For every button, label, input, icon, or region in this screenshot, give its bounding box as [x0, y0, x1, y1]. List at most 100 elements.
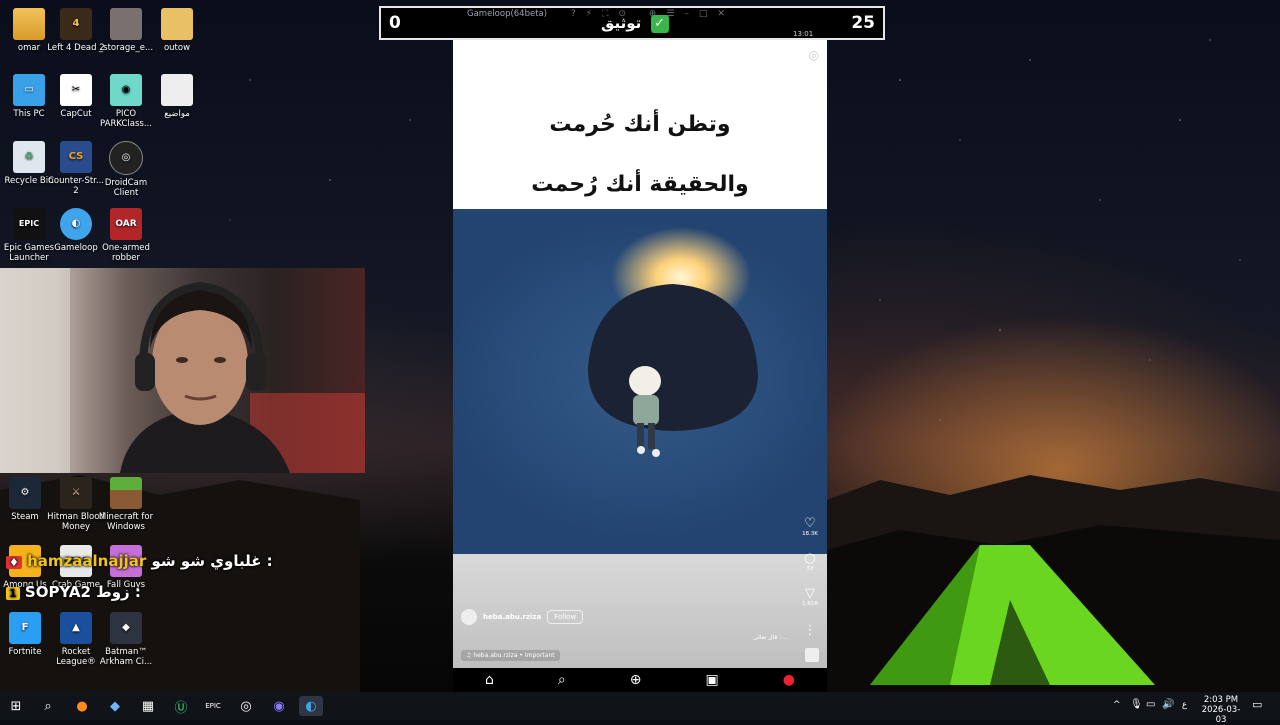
copilot-icon[interactable]: ◆ [103, 696, 127, 716]
follow-button[interactable]: Follow [547, 610, 584, 624]
send-icon: ▽ [805, 586, 815, 601]
gameloop-icon: ◐ [60, 208, 92, 240]
more-icon: ⋮ [803, 623, 817, 638]
comment-count: 33 [806, 566, 814, 572]
batman-icon: ◆ [110, 612, 142, 644]
app-u-icon[interactable]: Ⓤ [169, 696, 193, 716]
comment-icon: ○ [804, 551, 816, 566]
desktop-icon-droidcam[interactable]: ◎ DroidCam Client [97, 141, 155, 198]
chat-badge-icon: 1 [6, 587, 20, 600]
desktop-icon-outow[interactable]: outow [148, 8, 206, 53]
desktop-icon-storage[interactable]: _storage_e... [97, 8, 155, 53]
network-icon[interactable]: ▭ [1146, 699, 1155, 710]
minecraft-icon [110, 477, 142, 509]
chat-username: hamzaalnajjar [27, 552, 147, 570]
audio-tag[interactable]: ♫ heba.abu.rziza • Important [461, 650, 560, 661]
reel-video[interactable] [453, 209, 827, 554]
chat-text: زوط : [96, 583, 141, 601]
language-indicator[interactable]: ع [1182, 700, 1187, 710]
gameloop-taskbar-icon[interactable]: ◐ [299, 696, 323, 716]
firefox-icon[interactable]: ● [70, 696, 94, 716]
create-icon[interactable]: ⊕ [630, 672, 642, 688]
webcam-feed [0, 268, 365, 473]
post-author: heba.abu.rziza Follow [461, 609, 584, 625]
computer-icon: ▭ [13, 74, 45, 106]
chat-username: SOPYA2 [24, 583, 91, 601]
avatar[interactable] [461, 609, 477, 625]
profile-icon[interactable]: ● [783, 672, 795, 688]
one-armed-robber-icon: OAR [110, 208, 142, 240]
left4dead-icon: 4 [60, 8, 92, 40]
desktop-icon-minecraft[interactable]: Minecraft for Windows [97, 477, 155, 532]
search-icon[interactable]: ⌕ [36, 696, 60, 716]
chevron-up-icon[interactable]: ^ [1113, 700, 1121, 710]
hitman-icon: ⚔ [60, 477, 92, 509]
more-options-button[interactable]: ⋮ [801, 624, 819, 638]
epic-games-taskbar-icon[interactable]: EPIC [201, 696, 225, 716]
image-file-icon [110, 8, 142, 40]
username[interactable]: heba.abu.rziza [483, 613, 541, 621]
document-file-icon [161, 74, 193, 106]
caption-line-1: وتظن أنك حُرمت [549, 112, 731, 137]
desktop-icon-one-armed-robber[interactable]: OAR One-armed robber [97, 208, 155, 263]
discord-icon[interactable]: ◉ [267, 696, 291, 716]
checkmark-icon: ✓ [650, 14, 669, 33]
camera-icon[interactable]: ◎ [809, 48, 819, 62]
droidcam-icon: ◎ [109, 141, 143, 175]
microphone-icon[interactable]: 🎙 [1130, 699, 1143, 710]
caption-line-2: والحقيقة أنك رُحمت [531, 172, 749, 197]
rocket-league-icon: ▲ [60, 612, 92, 644]
desktop-icon-fortnite[interactable]: F Fortnite [0, 612, 54, 657]
like-button[interactable]: ♡ 18.3K [801, 516, 819, 538]
picopark-icon: ◉ [110, 74, 142, 106]
recycle-bin-icon: ♻ [13, 141, 45, 173]
clock-time: 2:03 PM [1203, 695, 1239, 705]
desktop-icon-steam[interactable]: ⚙ Steam [0, 477, 54, 522]
steam-icon: ⚙ [9, 477, 41, 509]
clock-date: 2026-03-03 [1201, 705, 1241, 725]
user-folder-icon [13, 8, 45, 40]
score-overlay: 0 Gameloop(64beta) ?⚡⛶⊙ ⊕☰–□✕ توثيق ✓ 13… [379, 6, 885, 40]
share-button[interactable]: ▽ 1,658 [801, 586, 819, 608]
streamer-silhouette [0, 268, 365, 473]
store-icon[interactable]: ▦ [136, 696, 160, 716]
phone-screen: وتظن أنك حُرمت والحقيقة أنك رُحمت ◎ heba… [453, 40, 827, 692]
desktop-icon-mawadee[interactable]: مواضيع [148, 74, 206, 119]
fortnite-icon: F [9, 612, 41, 644]
score-left: 0 [389, 13, 401, 33]
status-time: 13:01 [793, 30, 814, 38]
post-footer: heba.abu.rziza Follow قال تعالى : ... ♫ … [453, 554, 827, 668]
obs-icon[interactable]: ◎ [234, 696, 258, 716]
like-count: 18.3K [802, 531, 818, 537]
verification-label: توثيق ✓ [601, 14, 669, 33]
notification-icon[interactable]: ▭ [1252, 698, 1262, 711]
chat-message-1: ♦ hamzaalnajjar غلباوي شو شو : [6, 552, 273, 570]
desktop-icon-batman[interactable]: ◆ Batman™ Arkham Ci... [97, 612, 155, 667]
tent [870, 545, 1155, 685]
bottom-nav: ⌂ ⌕ ⊕ ▣ ● [453, 668, 827, 692]
capcut-icon: ✂ [60, 74, 92, 106]
chat-badge-icon: ♦ [6, 556, 22, 569]
video-illustration [588, 227, 758, 457]
epic-games-icon: EPIC [13, 208, 45, 240]
emulator-title: Gameloop(64beta) [467, 9, 548, 19]
chat-text: غلباوي شو شو : [151, 552, 273, 570]
taskbar: ⊞ ⌕ ● ◆ ▦ Ⓤ EPIC ◎ ◉ ◐ ^ 🎙 ▭ 🔊 ع 2:03 PM… [0, 692, 1280, 725]
folder-icon [161, 8, 193, 40]
heart-icon: ♡ [804, 516, 816, 531]
search-icon[interactable]: ⌕ [558, 672, 566, 688]
counter-strike-icon: CS [60, 141, 92, 173]
audio-thumbnail[interactable] [805, 648, 819, 662]
volume-icon[interactable]: 🔊 [1162, 699, 1174, 710]
windows-start-icon[interactable]: ⊞ [4, 696, 28, 716]
score-right: 25 [851, 13, 875, 33]
clock[interactable]: 2:03 PM 2026-03-03 [1201, 695, 1241, 725]
music-icon: ♫ [466, 652, 472, 659]
share-count: 1,658 [802, 601, 818, 607]
comment-button[interactable]: ○ 33 [801, 551, 819, 573]
reels-icon[interactable]: ▣ [706, 672, 719, 688]
post-description[interactable]: قال تعالى : ... [753, 634, 789, 641]
desktop-icon-picopark[interactable]: ◉ PICO PARKClass... [97, 74, 155, 129]
home-icon[interactable]: ⌂ [485, 672, 494, 688]
chat-message-2: 1 SOPYA2 زوط : [6, 583, 141, 601]
